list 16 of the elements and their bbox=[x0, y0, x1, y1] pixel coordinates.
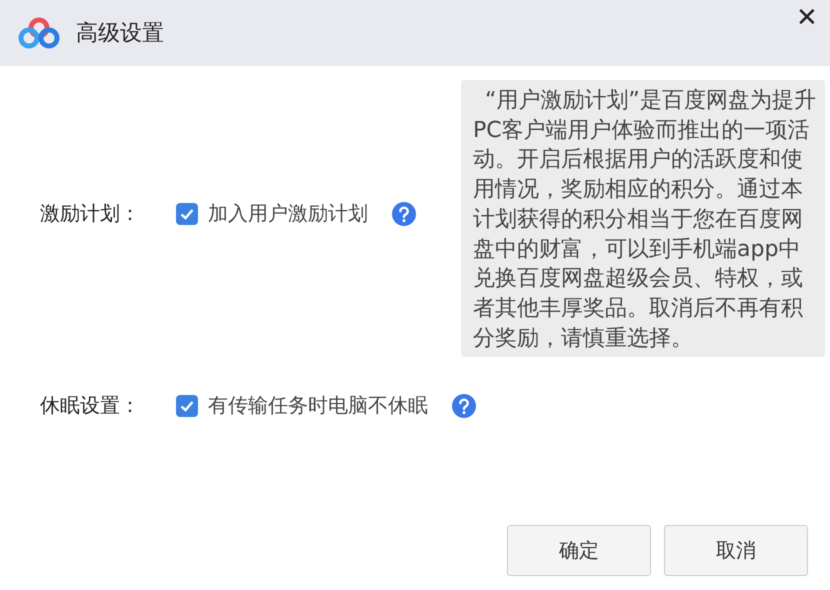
checkbox-label[interactable]: 有传输任务时电脑不休眠 bbox=[208, 392, 428, 419]
dialog-button[interactable]: 取消 bbox=[664, 525, 808, 576]
tooltip: “用户激励计划”是百度网盘为提升PC客户端用户体验而推出的一项活动。开启后根据用户的活跃度和使用情况，奖励相应的积分。通过本计划获得的积分相当于您在百度网盘中的财富，可以到手机端app中兑换百度网盘超级会员、特权，或者其他丰厚奖品。取消后不再有积分奖励，请慎重选择。 bbox=[461, 80, 825, 358]
checkmark-icon bbox=[180, 400, 194, 412]
window-title: 高级设置 bbox=[76, 20, 164, 48]
checkmark-icon bbox=[180, 208, 194, 220]
setting-label: 激励计划： bbox=[40, 200, 141, 227]
setting-label: 休眠设置： bbox=[40, 392, 141, 419]
checkbox[interactable] bbox=[176, 394, 198, 416]
close-button[interactable]: ✕ bbox=[792, 2, 822, 33]
help-icon[interactable] bbox=[452, 394, 476, 418]
dialog-button[interactable]: 确定 bbox=[507, 525, 651, 576]
checkbox[interactable] bbox=[176, 202, 198, 224]
cloud-logo-icon bbox=[18, 16, 60, 50]
checkbox-label[interactable]: 加入用户激励计划 bbox=[208, 200, 368, 227]
help-icon[interactable] bbox=[392, 202, 416, 226]
